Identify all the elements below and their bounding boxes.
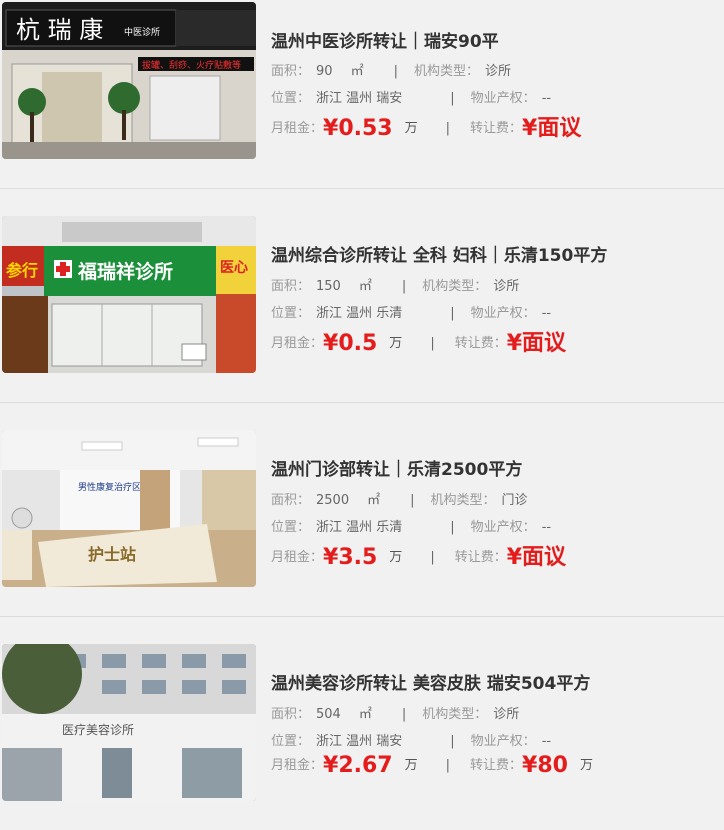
- listing-thumbnail[interactable]: 男性康复治疗区 护士站: [2, 430, 256, 587]
- listing-price-row: 月租金：¥2.67 万 | 转让费：¥80 万: [271, 753, 593, 778]
- monthly-rent: ¥2.67: [323, 753, 393, 778]
- monthly-rent: ¥0.5: [323, 331, 378, 356]
- listing-thumbnail[interactable]: 参行 福瑞祥诊所 医心: [2, 216, 256, 373]
- listing-location-row: 位置： 浙江 温州 瑞安 | 物业产权： --: [271, 91, 552, 106]
- listing-price-row: 月租金：¥3.5 万 | 转让费：¥面议: [271, 545, 567, 570]
- listing-card[interactable]: 医疗美容诊所 温州美容诊所转让 美容皮肤 瑞安504平方 面积： 504 ㎡ | 机构类…: [0, 616, 724, 830]
- listing-location-row: 位置： 浙江 温州 乐清 | 物业产权： --: [271, 520, 552, 535]
- listing-price-row: 月租金：¥0.5 万 | 转让费：¥面议: [271, 331, 567, 356]
- listing-title[interactable]: 温州美容诊所转让 美容皮肤 瑞安504平方: [271, 669, 590, 694]
- transfer-fee: ¥面议: [506, 545, 567, 570]
- listing-card[interactable]: 男性康复治疗区 护士站 温州门诊部转让｜乐清2500平方 面积： 2500 ㎡ | 机构…: [0, 402, 724, 616]
- transfer-fee: ¥面议: [522, 116, 582, 141]
- monthly-rent: ¥0.53: [323, 116, 393, 141]
- sign-text: 护士站: [88, 545, 136, 564]
- svg-text:男性康复治疗区: 男性康复治疗区: [78, 481, 141, 493]
- sign-text: 医疗美容诊所: [62, 722, 134, 737]
- listing-title[interactable]: 温州门诊部转让｜乐清2500平方: [271, 455, 522, 480]
- sign-text: 福瑞祥诊所: [77, 260, 173, 283]
- svg-text:参行: 参行: [6, 261, 38, 280]
- listing-title[interactable]: 温州中医诊所转让｜瑞安90平: [271, 27, 499, 52]
- listing-list: 杭 瑞 康 中医诊所 拔罐、刮痧、火疗贴敷等 温州中医诊所转让｜瑞安90平 面积…: [0, 0, 724, 801]
- listing-meta-row: 面积： 504 ㎡ | 机构类型： 诊所: [271, 707, 520, 722]
- svg-text:中医诊所: 中医诊所: [124, 26, 160, 38]
- listing-meta-row: 面积： 2500 ㎡ | 机构类型： 门诊: [271, 493, 528, 508]
- monthly-rent: ¥3.5: [323, 545, 378, 570]
- clinic-storefront-image: 参行 福瑞祥诊所 医心: [2, 216, 256, 373]
- clinic-interior-image: 男性康复治疗区 护士站: [2, 430, 256, 587]
- listing-thumbnail[interactable]: 医疗美容诊所: [2, 644, 256, 801]
- transfer-fee: ¥80: [522, 753, 568, 778]
- listing-title[interactable]: 温州综合诊所转让 全科 妇科｜乐清150平方: [271, 241, 607, 266]
- listing-location-row: 位置： 浙江 温州 乐清 | 物业产权： --: [271, 306, 552, 321]
- clinic-building-image: 医疗美容诊所: [2, 644, 256, 801]
- svg-text:拔罐、刮痧、火疗贴敷等: 拔罐、刮痧、火疗贴敷等: [142, 59, 241, 71]
- svg-text:医心: 医心: [220, 260, 248, 276]
- listing-thumbnail[interactable]: 杭 瑞 康 中医诊所 拔罐、刮痧、火疗贴敷等: [2, 2, 256, 159]
- listing-meta-row: 面积： 90 ㎡ | 机构类型： 诊所: [271, 64, 511, 79]
- listing-card[interactable]: 杭 瑞 康 中医诊所 拔罐、刮痧、火疗贴敷等 温州中医诊所转让｜瑞安90平 面积…: [0, 0, 724, 214]
- transfer-fee: ¥面议: [506, 331, 567, 356]
- listing-card[interactable]: 参行 福瑞祥诊所 医心 温州综合诊所转让 全科 妇科｜乐清150平方 面积： 15…: [0, 188, 724, 402]
- listing-meta-row: 面积： 150 ㎡ | 机构类型： 诊所: [271, 279, 520, 294]
- listing-location-row: 位置： 浙江 温州 瑞安 | 物业产权： --: [271, 734, 552, 749]
- listing-price-row: 月租金：¥0.53 万 | 转让费：¥面议: [271, 116, 582, 141]
- clinic-storefront-image: 杭 瑞 康 中医诊所 拔罐、刮痧、火疗贴敷等: [2, 2, 256, 159]
- sign-text: 杭 瑞 康: [16, 16, 103, 44]
